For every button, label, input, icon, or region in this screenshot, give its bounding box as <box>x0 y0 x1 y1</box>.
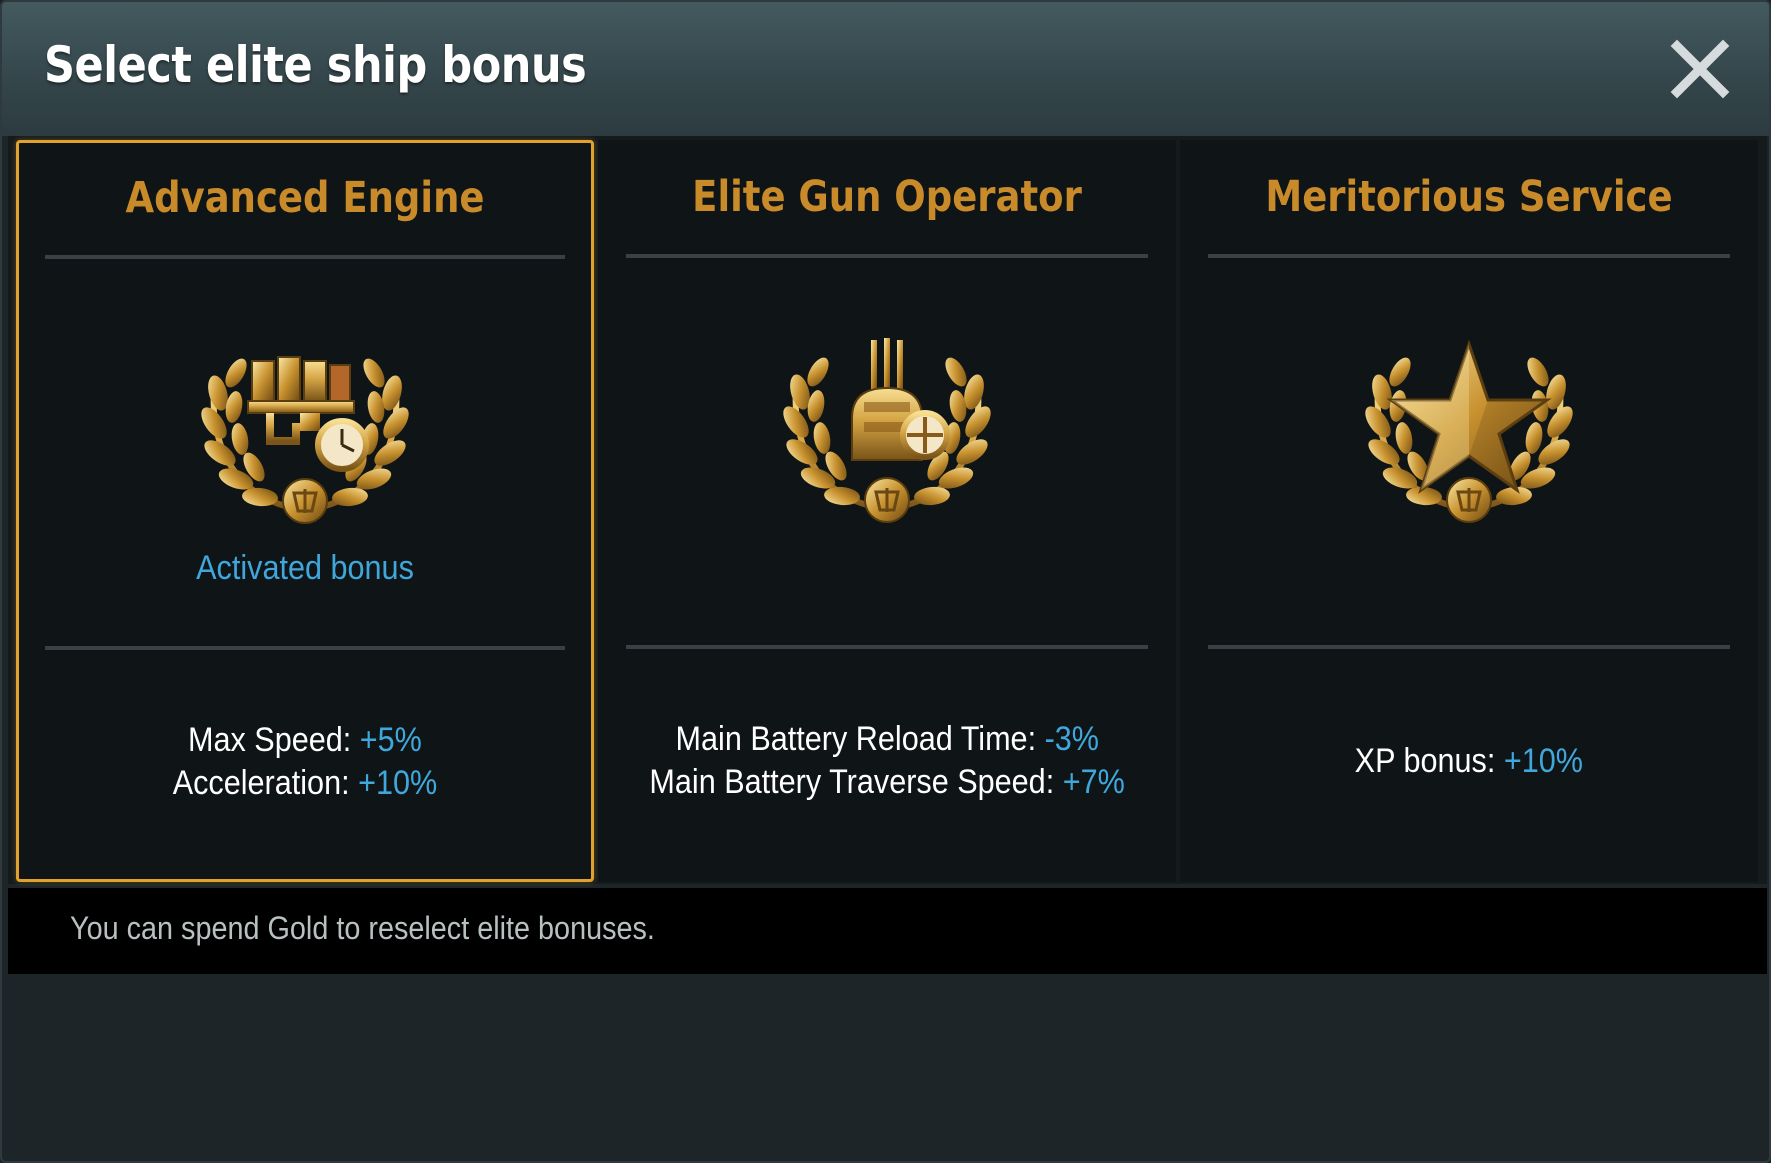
effect-line: XP bonus: +10% <box>1355 740 1583 783</box>
elite-bonus-dialog: Select elite ship bonus Advanced Engine <box>0 0 1771 1163</box>
effect-value: -3% <box>1044 720 1099 758</box>
bonus-effects: XP bonus: +10% <box>1182 706 1756 816</box>
bonus-card-title: Elite Gun Operator <box>692 172 1082 222</box>
effect-value: +5% <box>359 721 422 759</box>
divider <box>626 254 1148 258</box>
bonus-effects: Max Speed: +5% Acceleration: +10% <box>19 707 591 817</box>
bonus-card-advanced-engine[interactable]: Advanced Engine Activated bonus Max Spee… <box>16 140 594 882</box>
effect-label: Max Speed: <box>188 721 360 759</box>
divider <box>45 255 565 259</box>
engine-laurel-emblem-icon <box>200 331 410 531</box>
effect-value: +10% <box>358 764 438 802</box>
bonus-card-elite-gun-operator[interactable]: Elite Gun Operator Main Battery Reload T… <box>598 140 1176 882</box>
bonus-card-title: Meritorious Service <box>1265 172 1673 222</box>
effect-label: XP bonus: <box>1354 741 1505 780</box>
effect-label: Main Battery Traverse Speed: <box>649 763 1063 801</box>
star-laurel-emblem-icon <box>1364 339 1574 530</box>
bonus-effects: Main Battery Reload Time: -3% Main Batte… <box>600 706 1174 816</box>
divider <box>45 646 565 650</box>
close-button[interactable] <box>1669 38 1731 100</box>
effect-line: Main Battery Traverse Speed: +7% <box>649 761 1124 804</box>
effect-line: Main Battery Reload Time: -3% <box>675 718 1098 761</box>
effect-label: Acceleration: <box>172 764 359 802</box>
divider <box>626 645 1148 649</box>
divider <box>1208 645 1730 649</box>
footer-info-text: You can spend Gold to reselect elite bon… <box>70 910 655 946</box>
close-icon <box>1670 39 1730 99</box>
effect-label: Main Battery Reload Time: <box>675 720 1045 758</box>
divider <box>1208 254 1730 258</box>
gun-turret-laurel-emblem-icon <box>782 338 992 530</box>
activated-bonus-label: Activated bonus <box>196 549 414 587</box>
bonus-card-title: Advanced Engine <box>125 173 485 223</box>
effect-line: Max Speed: +5% <box>188 719 422 762</box>
bonus-card-meritorious-service[interactable]: Meritorious Service XP bonus: +10% <box>1180 140 1758 882</box>
dialog-title: Select elite ship bonus <box>44 36 587 94</box>
effect-value: +10% <box>1504 741 1584 780</box>
effect-value: +7% <box>1062 763 1125 801</box>
dialog-header: Select elite ship bonus <box>2 2 1769 136</box>
effect-line: Acceleration: +10% <box>173 762 438 805</box>
footer-info-bar: You can spend Gold to reselect elite bon… <box>8 888 1767 974</box>
bonus-cards-row: Advanced Engine Activated bonus Max Spee… <box>8 136 1767 884</box>
